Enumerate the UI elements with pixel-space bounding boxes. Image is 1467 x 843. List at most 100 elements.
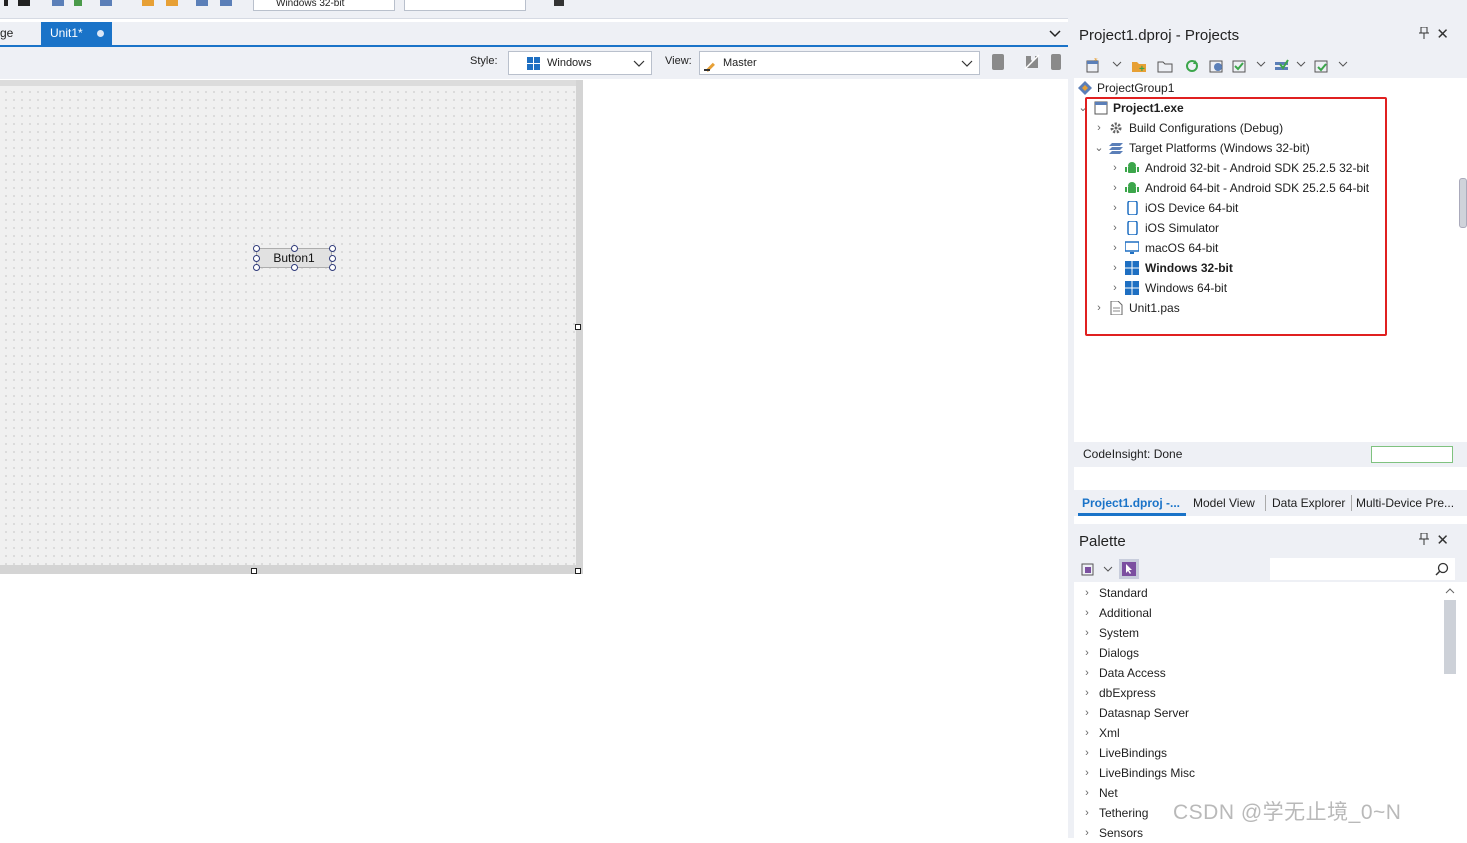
watermark-text: CSDN @学无止境_0~N: [1173, 801, 1402, 824]
category-label: Xml: [1099, 726, 1120, 740]
windows-icon: [527, 57, 540, 70]
build-all-icon[interactable]: [1274, 58, 1290, 74]
chevron-right-icon: ›: [1085, 827, 1089, 839]
view-label: View:: [665, 55, 692, 67]
chevron-down-icon: [961, 52, 973, 81]
tab-label: Unit1*: [50, 26, 83, 40]
form-border: [0, 565, 583, 574]
close-icon[interactable]: ✕: [1436, 531, 1449, 549]
scrollbar-thumb[interactable]: [1459, 178, 1467, 228]
chevron-down-icon[interactable]: [1338, 57, 1348, 74]
compile-icon[interactable]: [1209, 58, 1225, 74]
progress-indicator: [1371, 446, 1453, 463]
toolbar-icon[interactable]: [74, 0, 82, 6]
scrollbar-thumb[interactable]: [1444, 600, 1456, 674]
tab-separator: [1351, 495, 1352, 511]
chevron-right-icon: ›: [1085, 627, 1089, 639]
tab-unit1[interactable]: Unit1*: [41, 22, 112, 45]
category-label: dbExpress: [1099, 686, 1156, 700]
chevron-down-icon[interactable]: [1048, 26, 1062, 40]
tab-welcome[interactable]: ge: [0, 22, 40, 45]
modified-dot-icon: [97, 30, 104, 37]
device-icon[interactable]: [1051, 54, 1061, 70]
selection-handle[interactable]: [253, 245, 260, 252]
projects-bottom-tabs: Project1.dproj -... Model View Data Expl…: [1074, 490, 1467, 516]
puzzle-icon[interactable]: [1024, 54, 1040, 70]
new-project-icon[interactable]: *: [1085, 58, 1101, 74]
selection-handle[interactable]: [291, 245, 298, 252]
category-label: System: [1099, 626, 1140, 640]
category-label: Dialogs: [1099, 646, 1140, 660]
pointer-tool-button[interactable]: [1119, 559, 1139, 579]
search-icon[interactable]: [1435, 562, 1449, 576]
build-icon[interactable]: [1232, 58, 1248, 74]
toolbar-icon[interactable]: [220, 0, 232, 6]
toolbar-icon[interactable]: [18, 0, 30, 6]
chevron-down-icon[interactable]: [1112, 57, 1122, 74]
palette-header: Palette ✕: [1074, 524, 1467, 560]
active-tab-indicator: [1078, 513, 1186, 516]
category-label: LiveBindings Misc: [1099, 766, 1196, 780]
chevron-right-icon: ›: [1085, 727, 1089, 739]
projects-title: Project1.dproj - Projects: [1079, 27, 1240, 44]
close-icon[interactable]: ✕: [1436, 25, 1449, 43]
toolbar-icon[interactable]: [166, 0, 178, 6]
toolbar-icon[interactable]: [4, 0, 8, 6]
selection-handle[interactable]: [329, 255, 336, 262]
chevron-down-icon[interactable]: [1296, 57, 1306, 74]
tab-data-explorer[interactable]: Data Explorer: [1272, 490, 1345, 516]
config-combo[interactable]: [404, 0, 526, 11]
device-icon[interactable]: [992, 54, 1004, 70]
view-combo[interactable]: Master: [699, 51, 980, 75]
platform-combo[interactable]: Windows 32-bit: [253, 0, 395, 11]
selection-handle[interactable]: [253, 264, 260, 271]
toolbar-icon[interactable]: [196, 0, 208, 6]
tab-model-view[interactable]: Model View: [1193, 490, 1255, 516]
open-folder-icon[interactable]: [1157, 58, 1173, 74]
chevron-right-icon: ›: [1085, 807, 1089, 819]
pencil-icon: [704, 62, 715, 72]
chevron-down-icon[interactable]: [1256, 57, 1266, 74]
refresh-icon[interactable]: [1184, 58, 1200, 74]
tab-multi-device-preview[interactable]: Multi-Device Pre...: [1356, 490, 1454, 516]
chevron-right-icon: ›: [1085, 707, 1089, 719]
form-resize-handle[interactable]: [251, 568, 257, 574]
deploy-icon[interactable]: [1314, 58, 1330, 74]
platform-combo-value: Windows 32-bit: [276, 0, 345, 9]
palette-search-input[interactable]: [1270, 558, 1455, 580]
toolbar-icon[interactable]: [52, 0, 64, 6]
project-group-icon: [1078, 81, 1092, 95]
selection-handle[interactable]: [329, 245, 336, 252]
selection-handle[interactable]: [291, 264, 298, 271]
add-folder-icon[interactable]: +: [1131, 58, 1147, 74]
style-label: Style:: [470, 55, 498, 67]
style-combo[interactable]: Windows: [508, 51, 652, 75]
palette-title: Palette: [1079, 533, 1126, 550]
form-resize-handle[interactable]: [575, 324, 581, 330]
cursor-icon: [1122, 562, 1136, 576]
chevron-right-icon: ›: [1085, 767, 1089, 779]
svg-text:+: +: [1139, 64, 1145, 74]
chevron-right-icon: ›: [1085, 747, 1089, 759]
selection-handle[interactable]: [329, 264, 336, 271]
category-label: Datasnap Server: [1099, 706, 1190, 720]
projects-toolbar: * +: [1074, 54, 1467, 78]
toolbar-icon[interactable]: [554, 0, 564, 6]
selection-handle[interactable]: [253, 255, 260, 262]
document-tabs: ge Unit1*: [0, 22, 1068, 47]
category-label: Net: [1099, 786, 1118, 800]
chevron-up-icon[interactable]: [1445, 587, 1455, 595]
chevron-right-icon: ›: [1085, 667, 1089, 679]
chevron-right-icon: ›: [1085, 587, 1089, 599]
form-designer-surface[interactable]: [0, 86, 576, 565]
toolbar-icon[interactable]: [100, 0, 112, 6]
pin-icon[interactable]: [1419, 26, 1429, 42]
chevron-right-icon: ›: [1085, 607, 1089, 619]
components-icon[interactable]: [1081, 561, 1097, 577]
pin-icon[interactable]: [1419, 532, 1429, 548]
chevron-down-icon[interactable]: [1103, 562, 1113, 576]
category-label: Additional: [1099, 606, 1152, 620]
form-resize-handle[interactable]: [575, 568, 581, 574]
toolbar-icon[interactable]: [142, 0, 154, 6]
view-value: Master: [723, 57, 757, 69]
